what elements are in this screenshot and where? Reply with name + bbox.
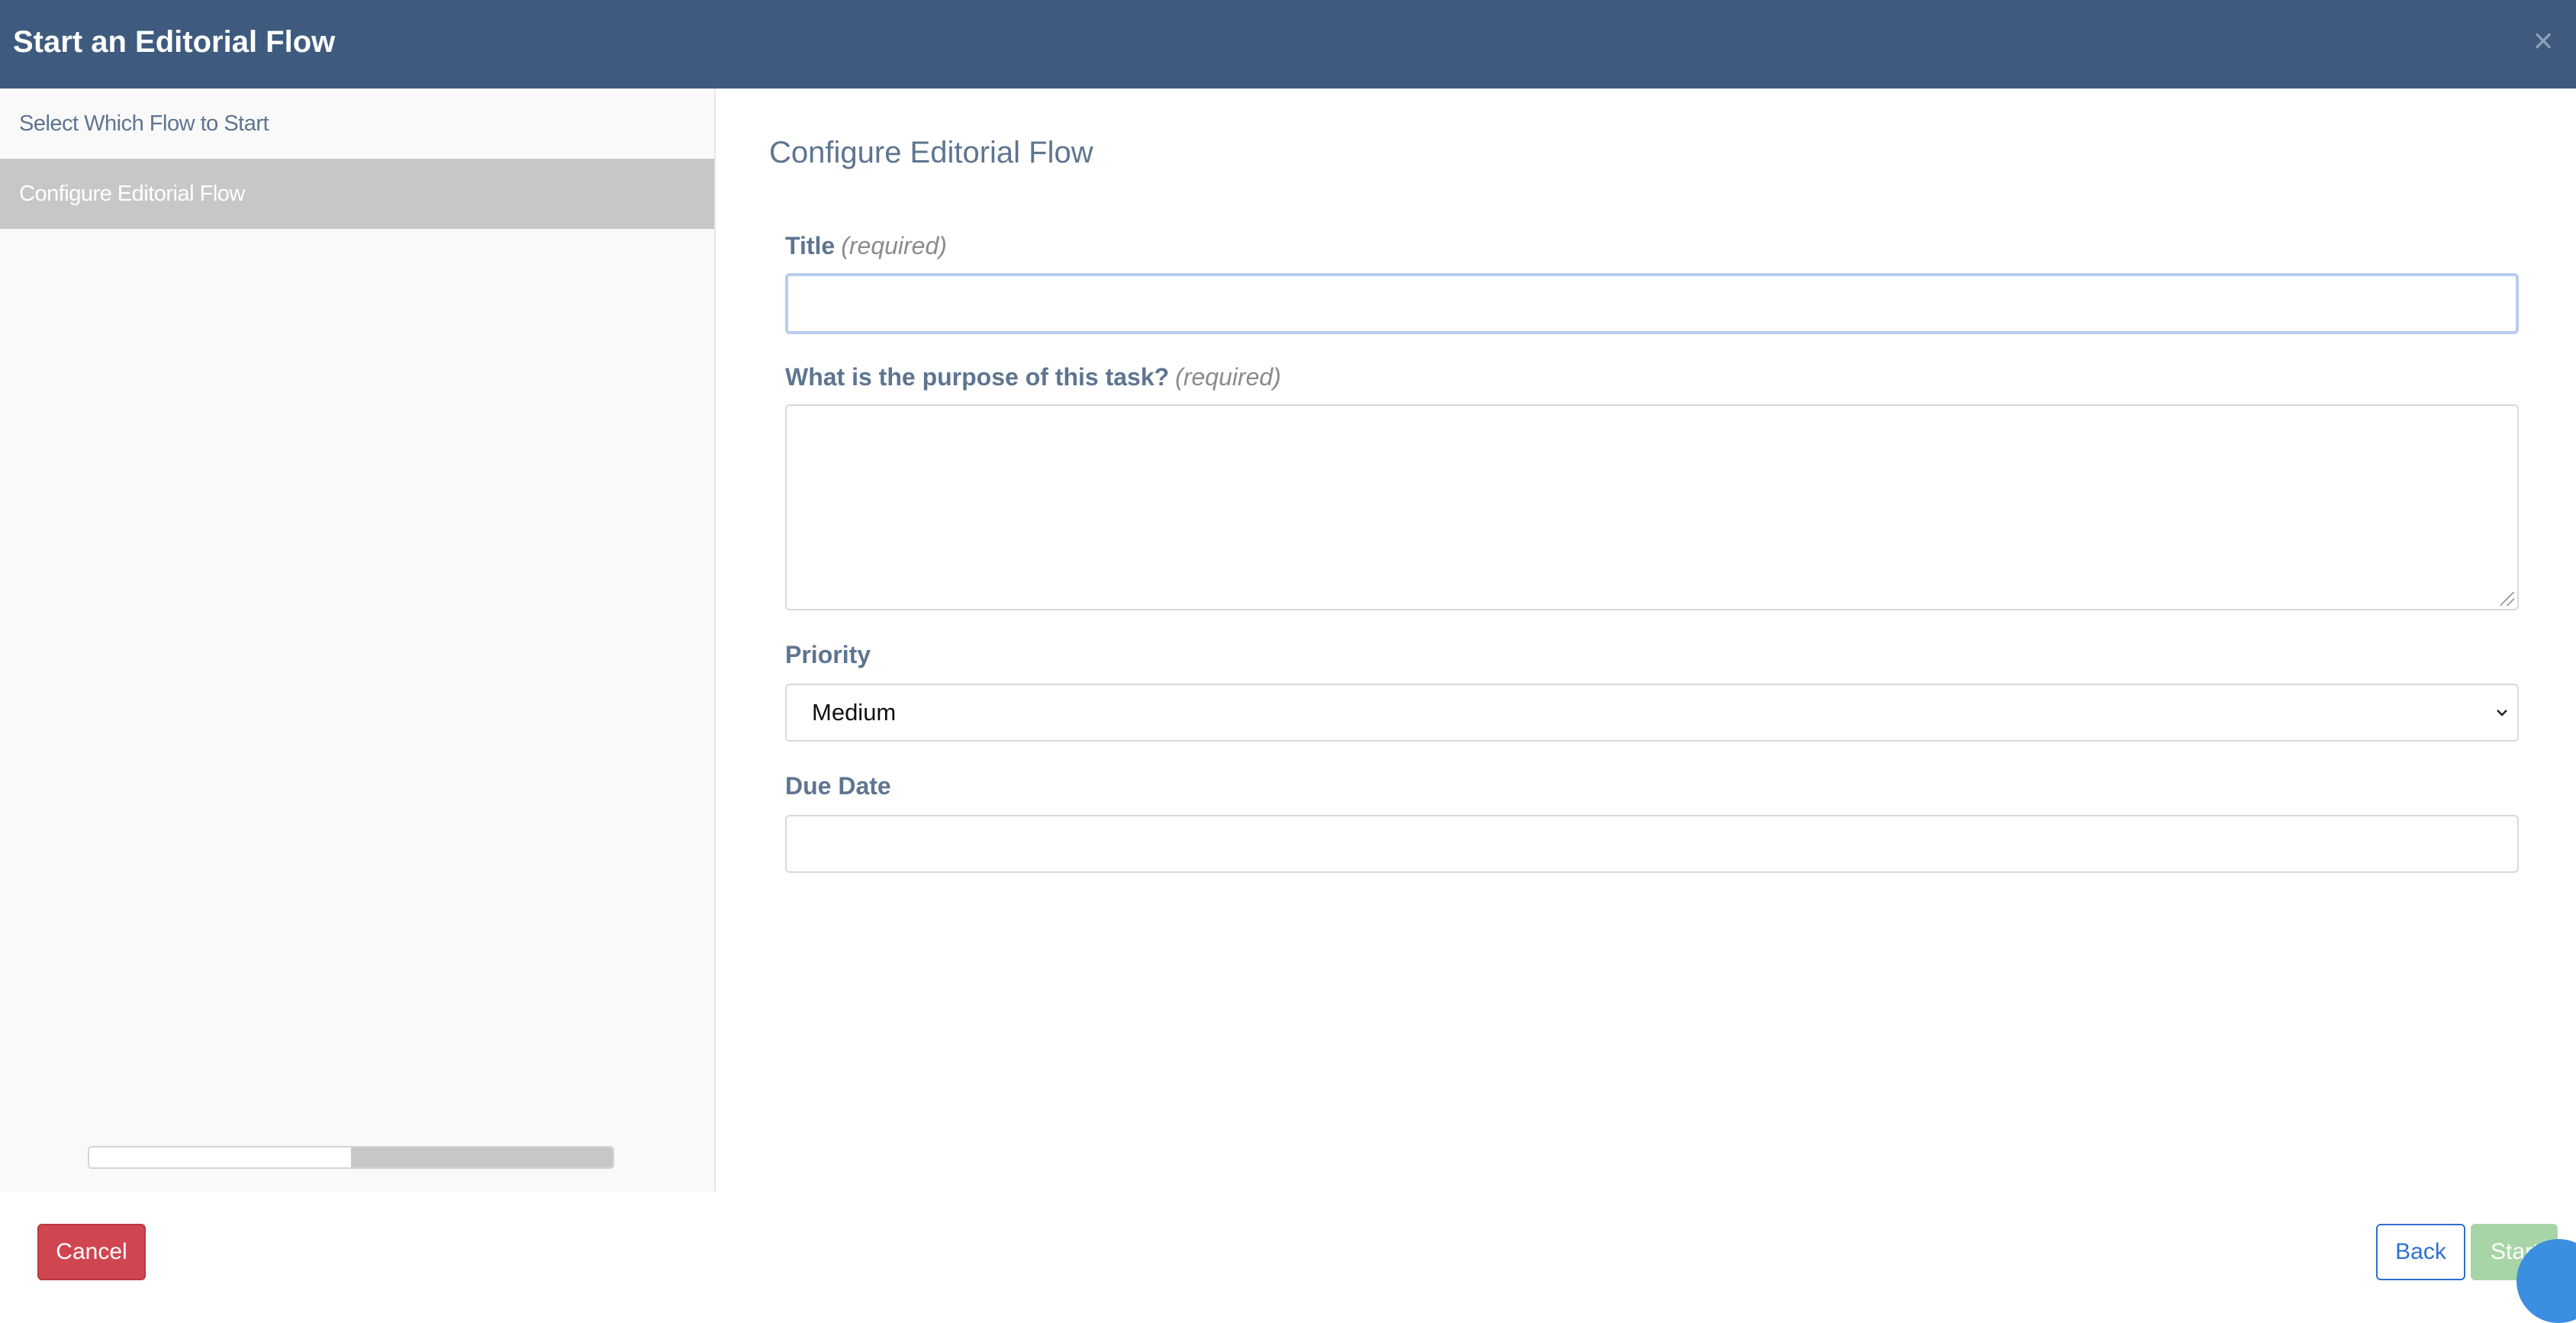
modal-title: Start an Editorial Flow	[13, 25, 336, 59]
purpose-field-wrapper	[785, 404, 2519, 610]
priority-selected-value: Medium	[812, 699, 897, 726]
title-input[interactable]	[785, 273, 2519, 334]
purpose-textarea[interactable]	[785, 404, 2519, 610]
modal-footer: Cancel Back Start	[0, 1192, 2576, 1296]
title-label: Title (required)	[785, 229, 947, 262]
sidebar-item-configure-flow[interactable]: Configure Editorial Flow	[0, 159, 714, 229]
priority-label: Priority	[785, 641, 871, 668]
purpose-label: What is the purpose of this task? (requir…	[785, 360, 1281, 394]
priority-select[interactable]: Medium	[785, 684, 2519, 742]
cancel-button[interactable]: Cancel	[37, 1224, 146, 1280]
sidebar-item-select-flow[interactable]: Select Which Flow to Start	[0, 89, 714, 159]
chevron-down-icon	[2497, 710, 2507, 716]
step-progress-bar	[88, 1146, 614, 1169]
purpose-label-text: What is the purpose of this task?	[785, 363, 1170, 391]
configure-panel: Configure Editorial Flow Title (required)…	[716, 89, 2576, 1192]
purpose-required-note: (required)	[1175, 363, 1281, 391]
resize-grip-icon[interactable]	[2500, 592, 2514, 606]
title-label-text: Title	[785, 232, 836, 259]
page-title: Configure Editorial Flow	[769, 136, 1093, 169]
due-date-input[interactable]	[785, 815, 2519, 873]
editorial-flow-modal: Start an Editorial Flow × Select Which F…	[0, 0, 2576, 1323]
steps-sidebar: Select Which Flow to Start Configure Edi…	[0, 89, 716, 1192]
back-button[interactable]: Back	[2376, 1224, 2465, 1280]
close-icon[interactable]: ×	[2524, 21, 2562, 60]
title-required-note: (required)	[841, 232, 947, 259]
step-progress-fill	[351, 1148, 613, 1167]
due-date-label: Due Date	[785, 772, 891, 800]
modal-header: Start an Editorial Flow ×	[0, 0, 2576, 89]
